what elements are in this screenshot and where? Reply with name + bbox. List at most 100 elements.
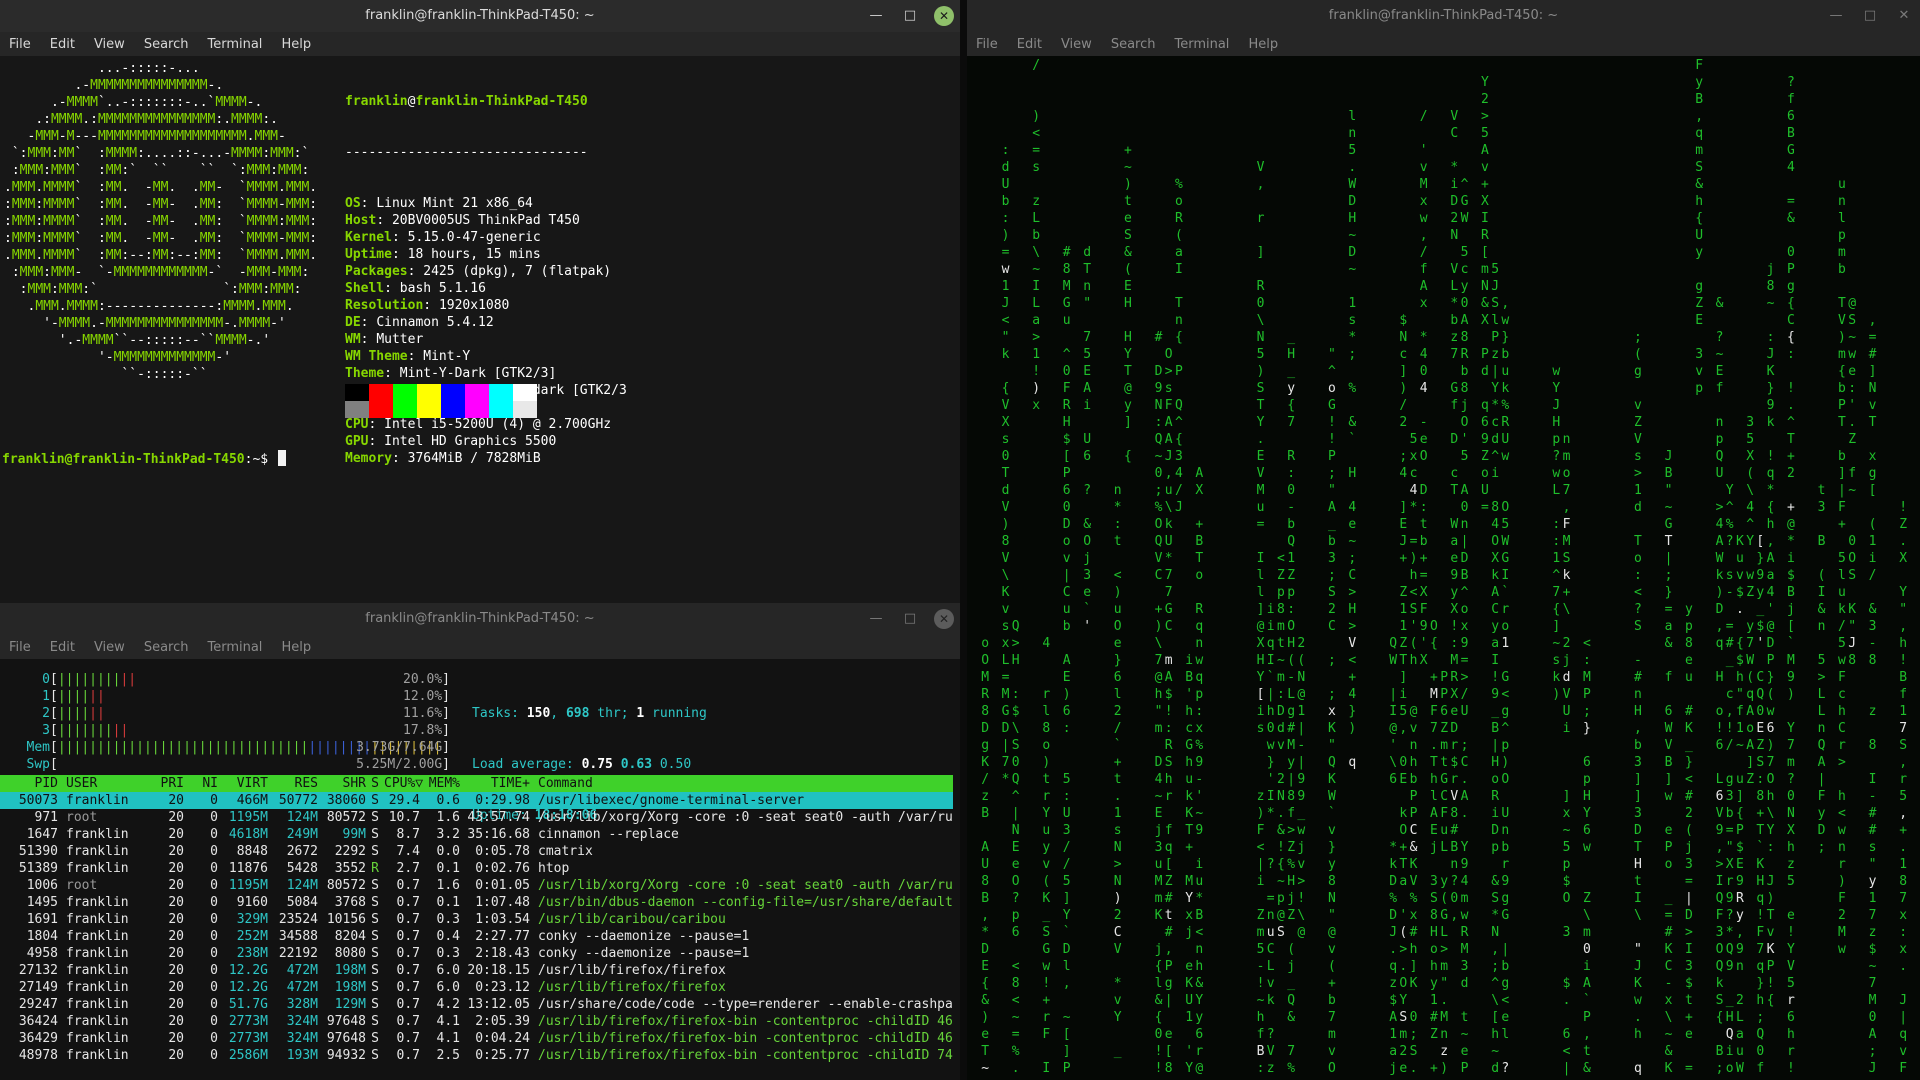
matrix-glyph: w (1767, 704, 1775, 719)
maximize-icon[interactable]: □ (900, 609, 920, 629)
process-table[interactable]: PID USER PRI NI VIRT RES SHR S CPU%▽ MEM% TIME+ Com… (0, 775, 953, 1064)
menu-edit[interactable]: Edit (50, 640, 75, 655)
table-row[interactable]: 1006 root 20 0 1195M 124M 80572 S 0.7 1.6 0:01.05/… (0, 877, 953, 894)
matrix-glyph: Z (1634, 415, 1642, 430)
window-titlebar[interactable]: franklin@franklin-ThinkPad-T450: ~ — □ ✕ (0, 0, 960, 32)
menu-terminal[interactable]: Terminal (207, 37, 262, 52)
table-row[interactable]: 1647 franklin 20 0 4618M 249M 99M S 8.7 3.2 35:16.… (0, 826, 953, 843)
menu-edit[interactable]: Edit (1017, 37, 1042, 52)
table-row[interactable]: 4958 franklin 20 0 238M 22192 8080 S 0.7 0.3 2:18.… (0, 945, 953, 962)
minimize-icon[interactable]: — (866, 6, 886, 26)
matrix-glyph: 6 (1767, 721, 1775, 736)
close-icon[interactable]: ✕ (934, 609, 954, 629)
table-row[interactable]: 27132 franklin 20 0 12.2G 472M 198M S 0.7 6.0 20:1… (0, 962, 953, 979)
matrix-glyph: 0 (1002, 449, 1010, 464)
menu-help[interactable]: Help (281, 37, 311, 52)
matrix-glyph: J (1552, 398, 1560, 413)
terminal-window-neofetch[interactable]: franklin@franklin-ThinkPad-T450: ~ — □ ✕… (0, 0, 960, 603)
window-titlebar[interactable]: franklin@franklin-ThinkPad-T450: ~ — □ ✕ (967, 0, 1920, 32)
column-header-virt[interactable]: VIRT (218, 775, 268, 792)
menu-file[interactable]: File (976, 37, 998, 52)
column-header-pri[interactable]: PRI (142, 775, 184, 792)
column-header-user[interactable]: USER (58, 775, 142, 792)
process-table-header[interactable]: PID USER PRI NI VIRT RES SHR S CPU%▽ MEM% TIME+ Com… (0, 775, 953, 792)
shell-prompt[interactable]: franklin@franklin-ThinkPad-T450:~$ (2, 450, 286, 468)
mem-meter: Mem[||||||||||||||||||||||||||||||||||||… (10, 739, 450, 756)
info-key: Shell (345, 281, 385, 296)
matrix-glyph: T (1185, 823, 1193, 838)
menu-edit[interactable]: Edit (50, 37, 75, 52)
matrix-glyph: A (1583, 976, 1591, 991)
table-row[interactable]: 51390 franklin 20 0 8848 2672 2292 S 7.4 0.0 0:05.… (0, 843, 953, 860)
column-header-s[interactable]: S (366, 775, 384, 792)
matrix-glyph: = (1032, 143, 1040, 158)
matrix-glyph: B (1450, 840, 1458, 855)
column-header-mem[interactable]: MEM% (420, 775, 460, 792)
column-header-shr[interactable]: SHR (318, 775, 366, 792)
table-row[interactable]: 48978 franklin 20 0 2586M 193M 94932 S 0.7 2.5 0:2… (0, 1047, 953, 1064)
menu-terminal[interactable]: Terminal (207, 640, 262, 655)
menu-search[interactable]: Search (1111, 37, 1156, 52)
maximize-icon[interactable]: □ (1860, 6, 1880, 26)
matrix-glyph: j (1563, 653, 1571, 668)
table-row[interactable]: 51389 franklin 20 0 11876 5428 3552 R 2.7 0.1 0:02… (0, 860, 953, 877)
menu-view[interactable]: View (94, 37, 125, 52)
menu-search[interactable]: Search (144, 640, 189, 655)
column-header-cpu[interactable]: CPU%▽ (384, 775, 423, 792)
cell-pid: 29247 (18, 997, 58, 1012)
matrix-glyph: } (1665, 585, 1673, 600)
matrix-glyph: Y (1399, 993, 1407, 1008)
cell-mem: 0.1 (436, 895, 460, 910)
matrix-glyph: : (1063, 721, 1071, 736)
cell-ni: 0 (210, 827, 218, 842)
table-row[interactable]: 1691 franklin 20 0 329M 23524 10156 S 0.7 0.3 1:03… (0, 911, 953, 928)
matrix-glyph: 0 (1756, 704, 1764, 719)
menu-help[interactable]: Help (1248, 37, 1278, 52)
maximize-icon[interactable]: □ (900, 6, 920, 26)
matrix-glyph: D (1155, 755, 1163, 770)
column-header-time[interactable]: TIME+ (460, 775, 530, 792)
minimize-icon[interactable]: — (1826, 6, 1846, 26)
matrix-glyph: k (1389, 857, 1397, 872)
column-header-ni[interactable]: NI (184, 775, 218, 792)
window-titlebar[interactable]: franklin@franklin-ThinkPad-T450: ~ — □ ✕ (0, 603, 960, 635)
terminal-content[interactable]: ...-:::::-... .-MMMMMMMMMMMMMMM-. .-MMMM… (0, 56, 960, 603)
meter-bar: ||||||||||||||||||||||||||||||||||||||||… (58, 739, 442, 756)
cell-cmd: htop (538, 861, 570, 876)
close-icon[interactable]: ✕ (1894, 6, 1914, 26)
table-row[interactable]: 36429 franklin 20 0 2773M 324M 97648 S 0.7 4.1 0:0… (0, 1030, 953, 1047)
column-header-pid[interactable]: PID (0, 775, 58, 792)
table-row[interactable]: 29247 franklin 20 0 51.7G 328M 129M S 0.7 4.2 13:1… (0, 996, 953, 1013)
cell-shr: 8080 (334, 946, 366, 961)
matrix-glyph: * (1165, 551, 1173, 566)
table-row[interactable]: 971 root 20 0 1195M 124M 80572 S 10.7 1.6 43:57.74… (0, 809, 953, 826)
matrix-glyph: ) (1767, 891, 1775, 906)
column-header-res[interactable]: RES (268, 775, 318, 792)
matrix-glyph: & (1083, 517, 1091, 532)
minimize-icon[interactable]: — (866, 609, 886, 629)
menu-view[interactable]: View (1061, 37, 1092, 52)
close-icon[interactable]: ✕ (934, 6, 954, 26)
table-row[interactable]: 50073 franklin 20 0 466M 50772 38060 S 29.4 0.6 0:… (0, 792, 953, 809)
table-row[interactable]: 27149 franklin 20 0 12.2G 472M 198M S 0.7 6.0 0:23… (0, 979, 953, 996)
logo-line: :MMM:MMMM` :MM. -MM- .MM: `MMMM-MMM: (4, 197, 318, 212)
terminal-window-htop[interactable]: franklin@franklin-ThinkPad-T450: ~ — □ ✕… (0, 603, 960, 1080)
matrix-glyph: ; (1634, 330, 1642, 345)
terminal-window-cmatrix[interactable]: franklin@franklin-ThinkPad-T450: ~ — □ ✕… (967, 0, 1920, 1080)
table-row[interactable]: 36424 franklin 20 0 2773M 324M 97648 S 0.7 4.1 2:0… (0, 1013, 953, 1030)
menu-help[interactable]: Help (281, 640, 311, 655)
matrix-glyph: H (1491, 755, 1499, 770)
menu-terminal[interactable]: Terminal (1174, 37, 1229, 52)
matrix-glyph: s (1114, 823, 1122, 838)
table-row[interactable]: 1495 franklin 20 0 9160 5084 3768 S 0.7 0.1 1:07.4… (0, 894, 953, 911)
menu-file[interactable]: File (9, 37, 31, 52)
menu-search[interactable]: Search (144, 37, 189, 52)
htop-content[interactable]: 0[|||||||||| 20.0%] 1[|||||| 12.0%] 2[||||||… (0, 659, 960, 1080)
menu-file[interactable]: File (9, 640, 31, 655)
matrix-glyph: @ (1155, 670, 1163, 685)
table-row[interactable]: 1804 franklin 20 0 252M 34588 8204 S 0.7 0.4 2:27.… (0, 928, 953, 945)
cmatrix-content[interactable]: o O M R 8 Dg K / z B A U 8 B, * D E{&) e T ~: d Ub:) = w 1 J < " k{V… (967, 56, 1920, 1080)
matrix-glyph: h (1410, 653, 1418, 668)
column-header-cmd[interactable]: Command (530, 775, 953, 792)
menu-view[interactable]: View (94, 640, 125, 655)
